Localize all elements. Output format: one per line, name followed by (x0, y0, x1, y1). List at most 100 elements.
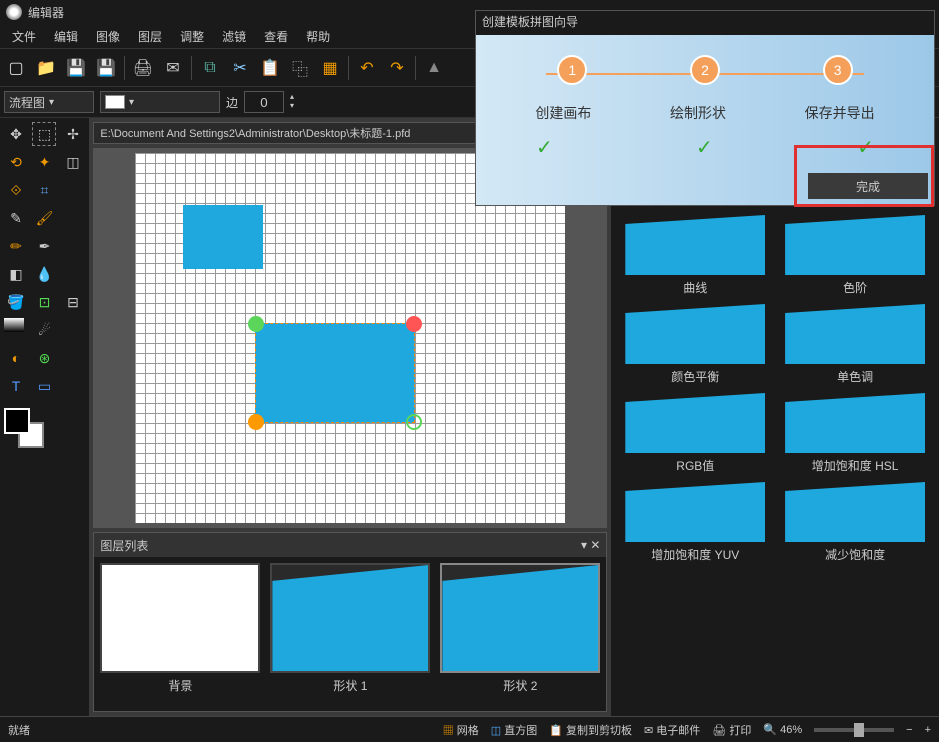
zoom-out-icon[interactable]: − (906, 724, 912, 736)
chevron-down-icon: ▾ (49, 97, 54, 108)
sel-tool[interactable]: ◫ (61, 150, 85, 174)
chevron-up-icon[interactable]: ▴ (290, 92, 302, 101)
status-histogram[interactable]: ◫ 直方图 (491, 722, 537, 738)
saveas-icon[interactable]: 💾 (94, 56, 118, 80)
fg-color[interactable] (4, 408, 30, 434)
app-icon (6, 4, 22, 20)
presets-panel: 亮度/对比度色调/饱和度曲线色阶颜色平衡单色调RGB值增加饱和度 HSL增加饱和… (611, 118, 939, 716)
text-tool[interactable]: T (4, 374, 28, 398)
chevron-down-icon[interactable]: ▾ (290, 101, 302, 110)
menu-layer[interactable]: 图层 (130, 26, 170, 47)
layer-item-shape2[interactable]: 形状 2 (440, 563, 600, 694)
layer-item-bg[interactable]: 背景 (100, 563, 260, 694)
undo-icon[interactable]: ↶ (355, 56, 379, 80)
open-icon[interactable]: 📁 (34, 56, 58, 80)
preset-item[interactable]: 增加饱和度 YUV (619, 482, 771, 563)
stamp-tool[interactable]: ⊡ (32, 290, 56, 314)
separator (124, 56, 125, 80)
preset-item[interactable]: 曲线 (619, 215, 771, 296)
zoom-in-icon[interactable]: + (925, 724, 931, 736)
dodge-tool[interactable]: ◐ (4, 346, 28, 370)
shape-style-combo[interactable]: ▾ (100, 91, 220, 113)
wizard-icon[interactable]: ▲ (422, 56, 446, 80)
handle-tl[interactable] (248, 316, 264, 332)
preset-item[interactable]: 单色调 (779, 304, 931, 385)
save-icon[interactable]: 💾 (64, 56, 88, 80)
preset-item[interactable]: 增加饱和度 HSL (779, 393, 931, 474)
grid-icon[interactable]: ▦ (318, 56, 342, 80)
wizard-dialog: 创建模板拼图向导 1 2 3 创建画布 绘制形状 保存并导出 ✓ ✓ ✓ 完成 (475, 10, 935, 206)
smudge-tool[interactable]: ☄ (32, 318, 56, 342)
eyedropper-tool[interactable]: ✎ (4, 206, 28, 230)
menu-edit[interactable]: 编辑 (46, 26, 86, 47)
duplicate-icon[interactable]: ⿻ (288, 56, 312, 80)
color-swatch[interactable] (4, 408, 44, 448)
menu-adjust[interactable]: 调整 (172, 26, 212, 47)
shape-category-combo[interactable]: 流程图 ▾ (4, 91, 94, 113)
copy-icon[interactable]: ⧉ (198, 56, 222, 80)
shape-preview (105, 95, 125, 109)
status-zoom[interactable]: 🔍 46% (763, 723, 802, 736)
shape-2-selected[interactable] (255, 323, 415, 423)
canvas[interactable] (135, 153, 565, 523)
side-label: 边 (226, 94, 238, 111)
new-icon[interactable]: ▢ (4, 56, 28, 80)
blur-tool[interactable]: 💧 (32, 262, 56, 286)
layer-item-shape1[interactable]: 形状 1 (270, 563, 430, 694)
gradient-tool[interactable] (4, 318, 24, 332)
redo-icon[interactable]: ↷ (385, 56, 409, 80)
slider-knob[interactable] (854, 723, 864, 737)
handle-tr[interactable] (406, 316, 422, 332)
fill-tool[interactable]: 🪣 (4, 290, 28, 314)
layer-thumb (100, 563, 260, 673)
status-grid[interactable]: ▦ 网格 (443, 722, 479, 738)
brush-tool[interactable]: 🖌 (32, 206, 56, 230)
preset-label: 颜色平衡 (619, 368, 771, 385)
wand-tool[interactable]: ✦ (32, 150, 56, 174)
layer-label: 形状 1 (270, 677, 430, 694)
preset-item[interactable]: 色阶 (779, 215, 931, 296)
preset-thumb (625, 482, 765, 542)
menu-file[interactable]: 文件 (4, 26, 44, 47)
handle-br[interactable] (406, 414, 422, 430)
app-title: 编辑器 (28, 4, 64, 21)
preset-item[interactable]: 颜色平衡 (619, 304, 771, 385)
panel-controls: ▾ ✕ (581, 538, 600, 552)
paste-icon[interactable]: 📋 (258, 56, 282, 80)
lasso-tool[interactable]: ⟲ (4, 150, 28, 174)
chevron-down-icon[interactable]: ▾ (581, 538, 587, 552)
freelasso-tool[interactable]: ⟐ (4, 178, 28, 202)
pin-icon[interactable]: ✕ (590, 538, 600, 552)
print-icon[interactable]: 🖨 (131, 56, 155, 80)
preset-thumb (625, 215, 765, 275)
status-clipboard[interactable]: 📋 复制到剪切板 (549, 722, 632, 738)
pen-tool[interactable]: ✒ (32, 234, 56, 258)
eraser-tool[interactable]: ◧ (4, 262, 28, 286)
preset-item[interactable]: RGB值 (619, 393, 771, 474)
pencil-tool[interactable]: ✏ (4, 234, 28, 258)
clone-tool[interactable]: ⊟ (61, 290, 85, 314)
zoom-slider[interactable] (814, 728, 894, 732)
side-input[interactable] (244, 91, 284, 113)
handle-bl[interactable] (248, 414, 264, 430)
preset-thumb (785, 393, 925, 453)
move-tool[interactable]: ✢ (61, 122, 85, 146)
cut-icon[interactable]: ✂ (228, 56, 252, 80)
sponge-tool[interactable]: ⊛ (32, 346, 56, 370)
mail-icon[interactable]: ✉ (161, 56, 185, 80)
shape-tool[interactable]: ▭ (32, 374, 56, 398)
menu-image[interactable]: 图像 (88, 26, 128, 47)
shape-1[interactable] (183, 205, 263, 269)
marquee-tool[interactable]: ⬚ (32, 122, 56, 146)
crop-tool[interactable]: ⌗ (32, 178, 56, 202)
status-email[interactable]: ✉ 电子邮件 (644, 722, 700, 738)
menu-filter[interactable]: 滤镜 (214, 26, 254, 47)
preset-item[interactable]: 减少饱和度 (779, 482, 931, 563)
side-stepper[interactable]: ▴ ▾ (290, 92, 302, 112)
status-print[interactable]: 🖨 打印 (712, 722, 751, 738)
separator (415, 56, 416, 80)
done-button[interactable]: 完成 (808, 173, 928, 199)
menu-help[interactable]: 帮助 (298, 26, 338, 47)
pointer-tool[interactable]: ✥ (4, 122, 28, 146)
menu-view[interactable]: 查看 (256, 26, 296, 47)
